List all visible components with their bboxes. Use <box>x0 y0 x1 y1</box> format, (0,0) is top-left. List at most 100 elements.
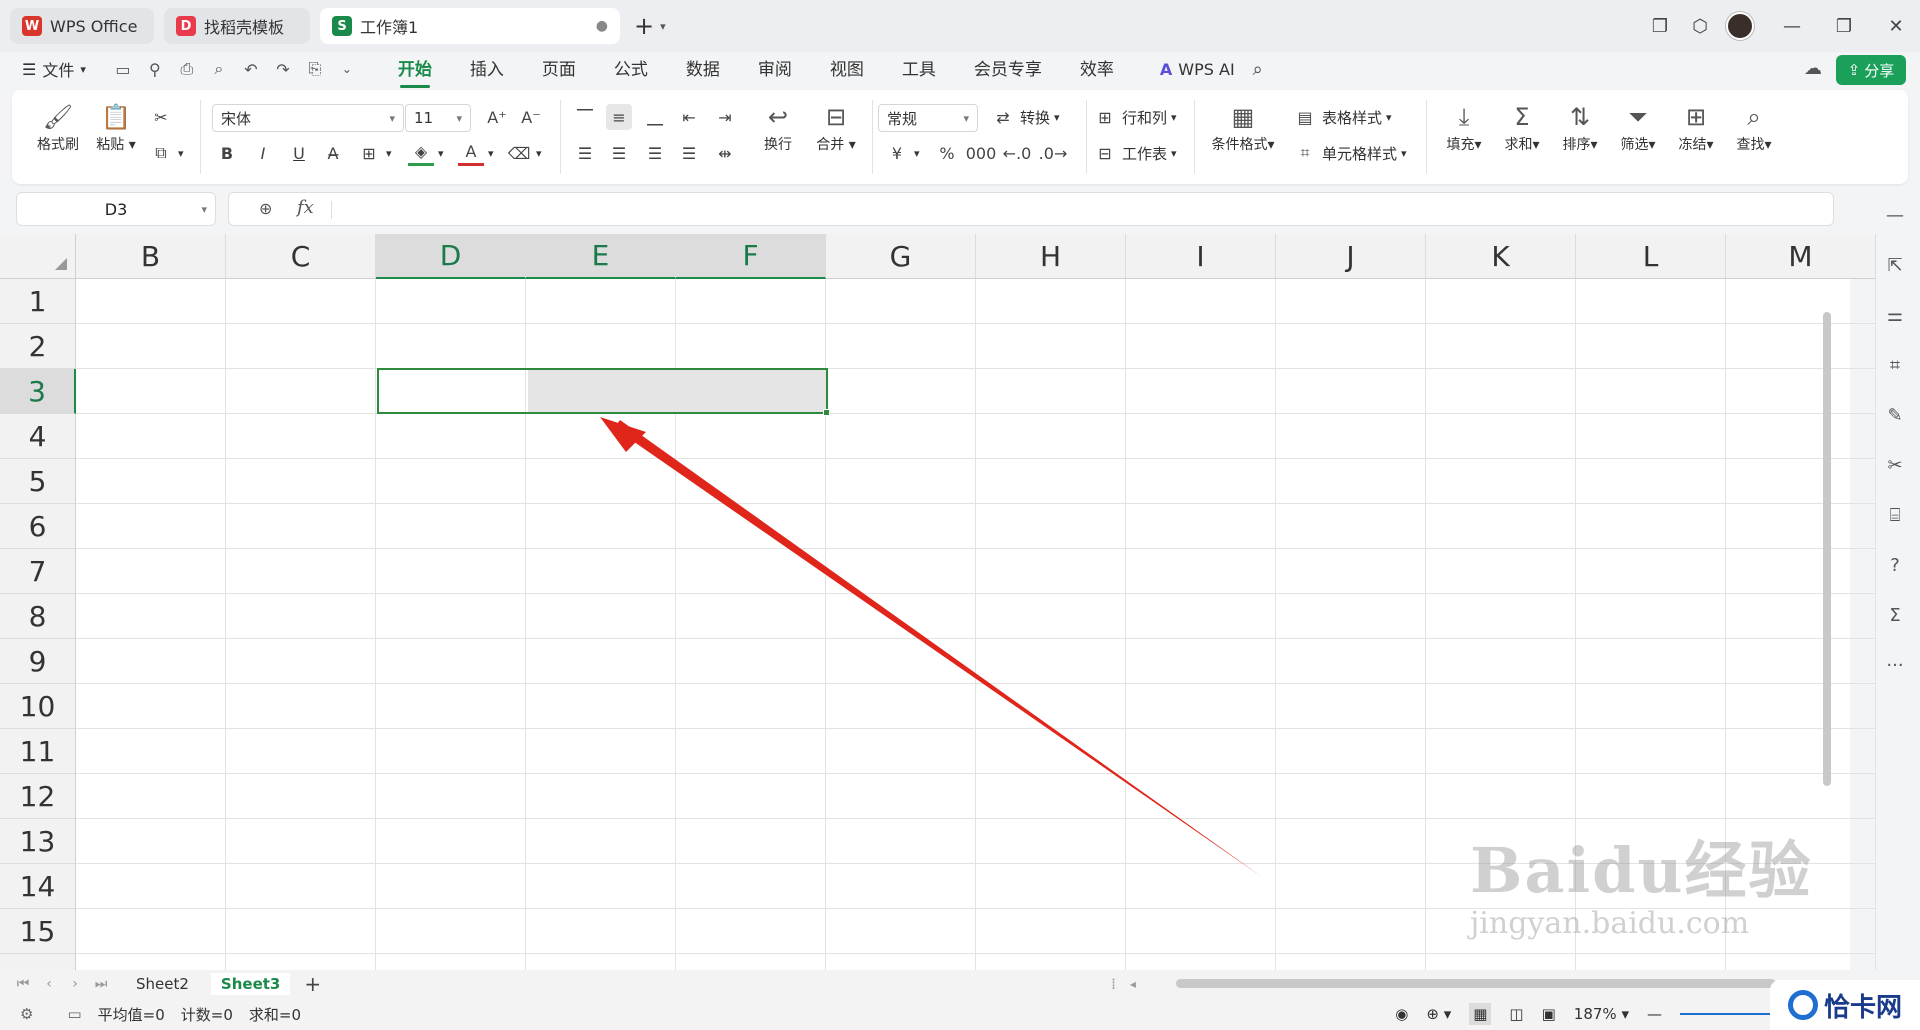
help-icon[interactable]: ? <box>1870 540 1920 590</box>
collapse-icon[interactable]: — <box>1870 190 1920 240</box>
formula-bar[interactable]: ⊕ fx <box>228 192 1834 226</box>
eye-icon[interactable]: ◉ <box>1395 1005 1408 1023</box>
row-header-2[interactable]: 2 <box>0 324 76 369</box>
align-left-button[interactable]: ☰ <box>572 140 598 166</box>
zoom-formula-icon[interactable]: ⊕ <box>259 199 272 218</box>
zoom-level[interactable]: 187% ▾ <box>1574 1005 1629 1023</box>
last-sheet-icon[interactable]: ⏭ <box>88 976 114 992</box>
conditional-format-button[interactable]: ▦ 条件格式▾ <box>1206 100 1280 154</box>
file-menu[interactable]: ☰ 文件 ▾ <box>22 57 86 81</box>
zoom-slider[interactable] <box>1680 1013 1770 1015</box>
horizontal-scrollbar[interactable] <box>1176 979 1776 988</box>
menu-review[interactable]: 审阅 <box>758 55 792 84</box>
decrease-decimal-button[interactable]: .0→ <box>1039 140 1068 166</box>
print-icon[interactable]: ⎙ <box>174 56 200 82</box>
copy-button[interactable]: ⧉ ▾ <box>148 140 183 166</box>
menu-member[interactable]: 会员专享 <box>974 55 1042 84</box>
row-header-12[interactable]: 12 <box>0 774 76 819</box>
tab-wps-office[interactable]: W WPS Office <box>10 8 154 44</box>
row-header-13[interactable]: 13 <box>0 819 76 864</box>
row-header-15[interactable]: 15 <box>0 909 76 954</box>
increase-indent-button[interactable]: ⇥ <box>712 104 738 130</box>
avatar[interactable] <box>1720 6 1760 46</box>
menu-formula[interactable]: 公式 <box>614 55 648 84</box>
wps-ai-button[interactable]: A WPS AI <box>1160 60 1235 79</box>
cell-style-button[interactable]: ⌗ 单元格样式 ▾ <box>1292 140 1406 166</box>
cloud-upload-icon[interactable]: ☁ <box>1800 58 1826 84</box>
freeze-button[interactable]: ⊞ 冻结▾ <box>1668 100 1724 154</box>
row-header-3[interactable]: 3 <box>0 369 76 414</box>
select-all-corner[interactable] <box>0 234 76 279</box>
table-style-button[interactable]: ▤ 表格样式 ▾ <box>1292 104 1391 130</box>
fill-button[interactable]: ⤓ 填充▾ <box>1436 100 1492 154</box>
window-mode-icon[interactable]: ❐ <box>1640 6 1680 46</box>
next-sheet-icon[interactable]: › <box>62 976 88 992</box>
paste-button[interactable]: 📋 粘贴 ▾ <box>88 100 144 154</box>
column-header-f[interactable]: F <box>676 234 826 279</box>
chevron-down-icon[interactable]: ▾ <box>660 20 666 33</box>
column-header-l[interactable]: L <box>1576 234 1726 279</box>
selected-range[interactable] <box>377 368 828 414</box>
menu-data[interactable]: 数据 <box>686 55 720 84</box>
convert-button[interactable]: ⇄ 转换 ▾ <box>990 104 1059 130</box>
sort-button[interactable]: ⇅ 排序▾ <box>1552 100 1608 154</box>
align-bottom-button[interactable]: ⎽ <box>642 104 668 130</box>
scroll-divider[interactable]: ⁞ <box>1111 975 1116 993</box>
add-sheet-button[interactable]: + <box>304 972 321 996</box>
fill-color-button[interactable]: ◈ ▾ <box>408 140 444 166</box>
strikethrough-button[interactable]: A̶ <box>320 140 346 166</box>
sheet-view-icon[interactable]: ▭ <box>67 1005 81 1023</box>
column-header-h[interactable]: H <box>976 234 1126 279</box>
save-icon[interactable]: ▭ <box>110 56 136 82</box>
function-icon[interactable]: fx <box>297 197 314 218</box>
normal-view-icon[interactable]: ▦ <box>1469 1003 1492 1025</box>
sliders-icon[interactable]: ⚌ <box>1870 290 1920 340</box>
distribute-button[interactable]: ⇹ <box>712 140 738 166</box>
row-header-1[interactable]: 1 <box>0 279 76 324</box>
macro-icon[interactable]: ⚙ <box>20 1005 33 1023</box>
percent-button[interactable]: % <box>934 140 960 166</box>
column-header-c[interactable]: C <box>226 234 376 279</box>
menu-insert[interactable]: 插入 <box>470 55 504 84</box>
clear-button[interactable]: ⌫ ▾ <box>506 140 542 166</box>
attach-icon[interactable]: ⚲ <box>142 56 168 82</box>
row-header-10[interactable]: 10 <box>0 684 76 729</box>
row-header-11[interactable]: 11 <box>0 729 76 774</box>
sheet-tab-sheet3[interactable]: Sheet3 <box>210 973 291 995</box>
worksheet-button[interactable]: ⊟ 工作表 ▾ <box>1092 140 1176 166</box>
filter-button[interactable]: ⏷ 筛选▾ <box>1610 100 1666 154</box>
border-button[interactable]: ⊞ ▾ <box>356 140 391 166</box>
align-middle-button[interactable]: ≡ <box>606 104 632 130</box>
prev-sheet-icon[interactable]: ‹ <box>36 976 62 992</box>
name-box[interactable]: D3 ▾ <box>16 192 216 226</box>
underline-button[interactable]: U <box>286 140 312 166</box>
increase-font-button[interactable]: A⁺ <box>484 104 510 130</box>
book-search-icon[interactable]: ⌸ <box>1870 490 1920 540</box>
row-header-6[interactable]: 6 <box>0 504 76 549</box>
tools-icon[interactable]: ✂ <box>1870 440 1920 490</box>
justify-button[interactable]: ☰ <box>676 140 702 166</box>
search-icon[interactable]: ⌕ <box>1253 59 1263 80</box>
column-header-g[interactable]: G <box>826 234 976 279</box>
row-header-4[interactable]: 4 <box>0 414 76 459</box>
currency-button[interactable]: ¥ ▾ <box>884 140 920 166</box>
column-header-m[interactable]: M <box>1726 234 1876 279</box>
new-tab-button[interactable]: + <box>634 12 654 40</box>
column-header-i[interactable]: I <box>1126 234 1276 279</box>
chevron-down-icon[interactable]: ⌄ <box>334 56 360 82</box>
more-icon[interactable]: ··· <box>1870 640 1920 690</box>
scroll-thumb[interactable] <box>1823 312 1831 786</box>
crop-icon[interactable]: ⌗ <box>1870 340 1920 390</box>
font-name-select[interactable]: 宋体 ▾ <box>212 104 404 132</box>
tab-template[interactable]: D 找稻壳模板 <box>164 8 310 44</box>
close-button[interactable]: ✕ <box>1876 6 1916 46</box>
restore-button[interactable]: ❐ <box>1824 6 1864 46</box>
rows-cols-button[interactable]: ⊞ 行和列 ▾ <box>1092 104 1176 130</box>
column-header-k[interactable]: K <box>1426 234 1576 279</box>
row-header-8[interactable]: 8 <box>0 594 76 639</box>
first-sheet-icon[interactable]: ⏮ <box>10 976 36 992</box>
share-button[interactable]: ⇪ 分享 <box>1836 55 1906 85</box>
undo-icon[interactable]: ↶ <box>238 56 264 82</box>
column-header-b[interactable]: B <box>76 234 226 279</box>
unsaved-dot-icon[interactable]: ● <box>596 18 608 34</box>
